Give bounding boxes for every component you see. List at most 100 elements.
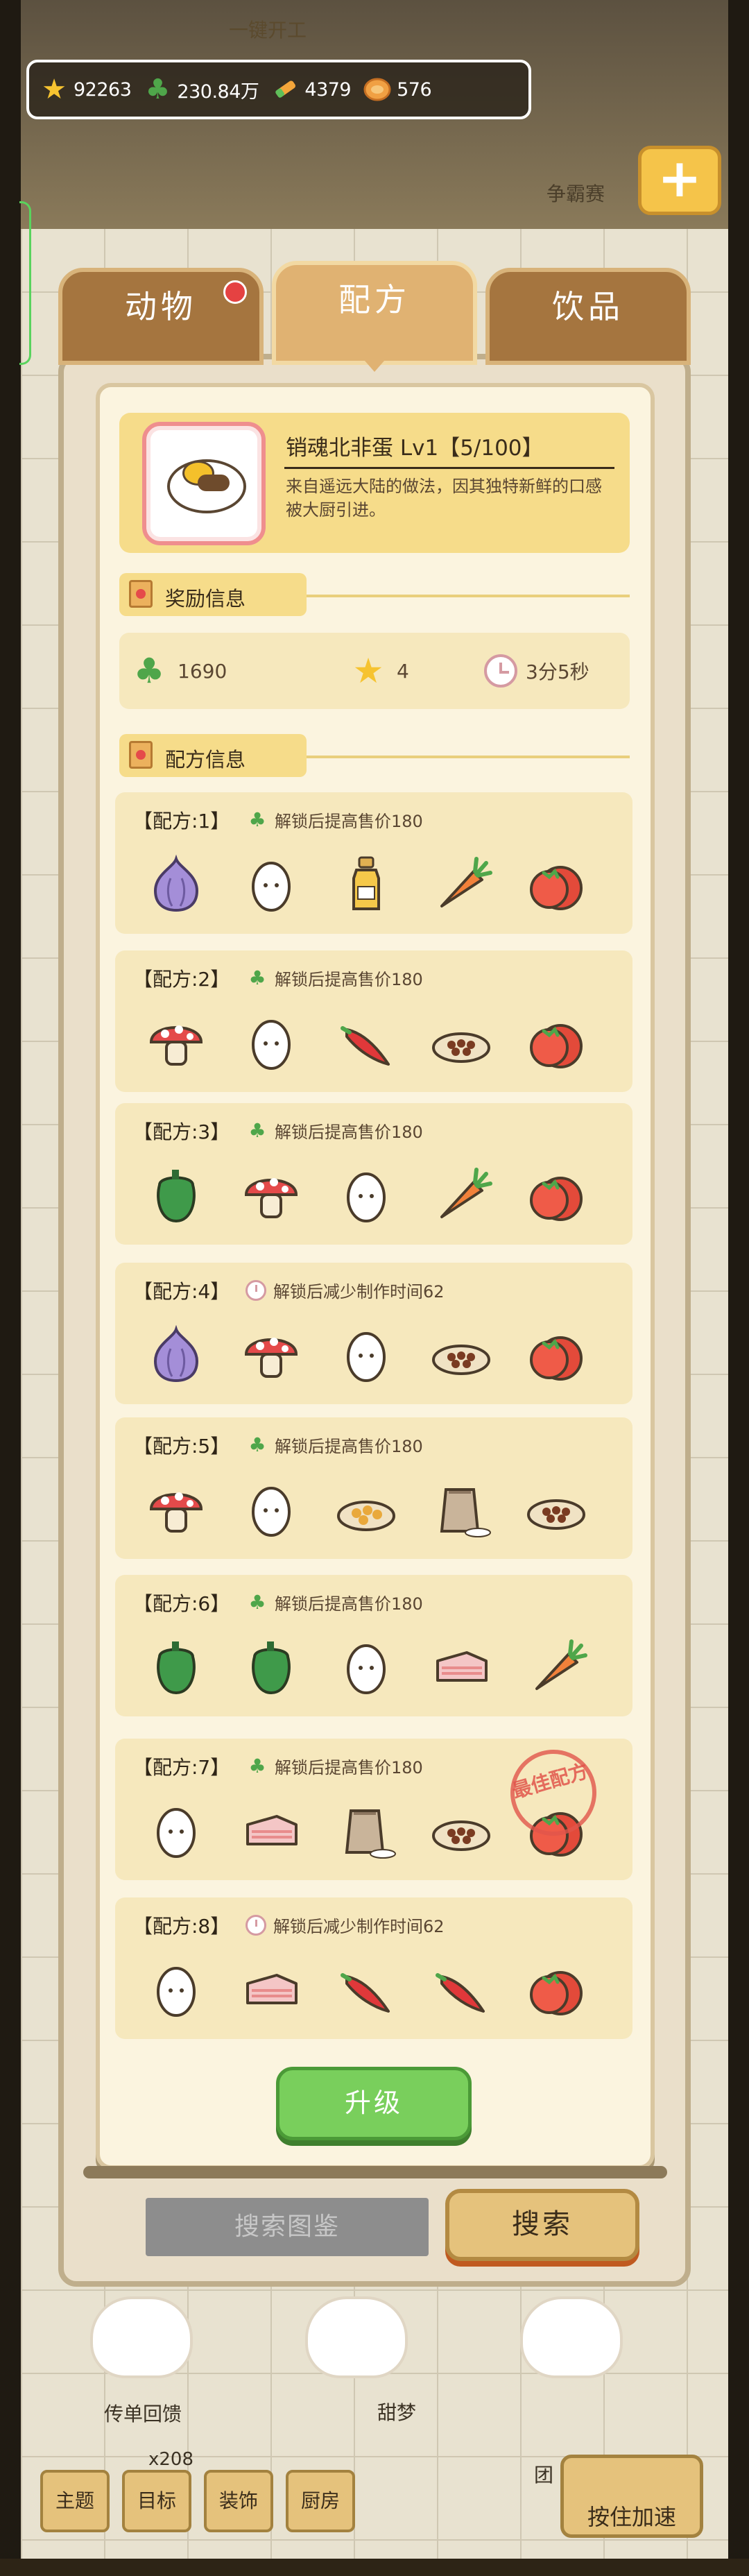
active-tab-pointer xyxy=(365,361,384,372)
formula-bonus-text: 解锁后提高售价180 xyxy=(275,1758,423,1777)
add-button[interactable]: + xyxy=(638,146,721,215)
resource-coin: 576 xyxy=(361,73,432,106)
reward-time-value: 3分5秒 xyxy=(526,660,589,683)
clock-icon xyxy=(246,1914,266,1936)
chili-icon xyxy=(333,1956,399,2022)
ingredient-row xyxy=(143,1161,614,1231)
carrot-icon xyxy=(428,1161,494,1228)
scroll-rod xyxy=(83,2166,667,2178)
onion-icon xyxy=(143,1321,209,1388)
onion-icon xyxy=(143,851,209,917)
upgrade-button[interactable]: 升级 xyxy=(276,2067,472,2140)
mushroom-icon xyxy=(238,1321,304,1388)
resource-bar: ★ 92263 ♣ 230.84万 4379 576 xyxy=(26,60,531,119)
clock-icon xyxy=(484,654,517,688)
nav-kitchen[interactable]: 厨房 xyxy=(286,2470,355,2532)
formula-card[interactable]: 【配方:5】 ♣ 解锁后提高售价180 xyxy=(115,1417,632,1559)
formula-name: 【配方:5】 xyxy=(133,1435,230,1458)
meat-icon xyxy=(238,1956,304,2022)
hold-to-speed-up-button[interactable]: 按住加速 xyxy=(560,2455,703,2538)
ingredient-row xyxy=(143,1633,614,1703)
formula-card[interactable]: 【配方:8】 解锁后减少制作时间62 xyxy=(115,1897,632,2039)
search-dictionary-button[interactable]: 搜索图鉴 xyxy=(146,2198,429,2256)
egg-icon xyxy=(333,1321,399,1388)
tab-label: 动物 xyxy=(125,288,197,325)
formula-bonus: 解锁后减少制作时间62 xyxy=(246,1278,445,1302)
crayon-icon xyxy=(268,73,302,106)
scroll-icon xyxy=(129,580,153,608)
star-icon: ★ xyxy=(352,651,384,691)
compete-label[interactable]: 争霸赛 xyxy=(546,179,605,207)
reward-clover-value: 1690 xyxy=(178,659,227,683)
recipe-image xyxy=(142,422,266,545)
star-count: 92263 xyxy=(74,78,132,101)
nav-decor[interactable]: 装饰 xyxy=(204,2470,273,2532)
reward-time: 3分5秒 xyxy=(484,633,589,709)
formula-name: 【配方:6】 xyxy=(133,1592,230,1615)
scroll-icon xyxy=(129,741,153,769)
egg-icon xyxy=(143,1797,209,1863)
reward-clover: ♣ 1690 xyxy=(129,633,227,709)
creature-blob xyxy=(305,2296,408,2378)
formula-card[interactable]: 【配方:3】 ♣ 解锁后提高售价180 xyxy=(115,1103,632,1245)
clock-icon xyxy=(246,1279,266,1301)
formula-bonus: ♣ 解锁后提高售价180 xyxy=(246,808,423,832)
tomato-icon xyxy=(523,1321,589,1388)
egg-icon xyxy=(143,1956,209,2022)
formula-bonus: ♣ 解锁后提高售价180 xyxy=(246,1118,422,1143)
beans-icon xyxy=(428,1321,494,1388)
clover-icon: ♣ xyxy=(248,808,266,831)
reward-star-value: 4 xyxy=(397,659,409,683)
mushroom-icon xyxy=(143,1009,209,1075)
formula-card[interactable]: 【配方:2】 ♣ 解锁后提高售价180 xyxy=(115,950,632,1092)
item-count: x208 xyxy=(148,2449,194,2470)
coin-count: 576 xyxy=(397,78,432,101)
formula-name: 【配方:4】 xyxy=(133,1280,230,1303)
beans-icon xyxy=(428,1009,494,1075)
formula-card[interactable]: 【配方:1】 ♣ 解锁后提高售价180 xyxy=(115,792,632,934)
sweet-dream-label: 甜梦 xyxy=(377,2401,417,2424)
tomato-icon xyxy=(523,851,589,917)
tab-animals[interactable]: 动物 xyxy=(58,268,264,365)
team-badge: 团 xyxy=(534,2464,554,2487)
rewards-section-header: 奖励信息 xyxy=(119,573,307,616)
formulas-section-header: 配方信息 xyxy=(119,734,307,777)
formula-bonus: ♣ 解锁后提高售价180 xyxy=(246,1590,422,1614)
nav-goals[interactable]: 目标 xyxy=(122,2470,191,2532)
clover-icon: ♣ xyxy=(248,1433,266,1456)
ingredient-row xyxy=(143,1009,614,1078)
tab-recipes[interactable]: 配方 xyxy=(272,261,477,372)
clover-icon: ♣ xyxy=(248,1755,266,1777)
formula-name: 【配方:1】 xyxy=(133,810,230,833)
formula-bonus-text: 解锁后提高售价180 xyxy=(275,812,423,831)
title-divider xyxy=(284,467,614,469)
chickpeas-icon xyxy=(333,1476,399,1542)
clover-icon: ♣ xyxy=(248,966,266,989)
crayon-count: 4379 xyxy=(304,78,352,101)
resource-star: ★ 92263 xyxy=(37,73,132,106)
flour-icon xyxy=(428,1476,494,1542)
formula-bonus: ♣ 解锁后提高售价180 xyxy=(246,966,422,990)
section-divider xyxy=(307,756,630,758)
formula-card[interactable]: 【配方:6】 ♣ 解锁后提高售价180 xyxy=(115,1575,632,1716)
egg-icon xyxy=(238,851,304,917)
banner-label: 一键开工 xyxy=(229,19,307,42)
clover-icon: ♣ xyxy=(145,74,171,105)
reward-star: ★ 4 xyxy=(348,633,409,709)
beans-icon xyxy=(523,1476,589,1542)
egg-icon xyxy=(333,1633,399,1700)
tomato-icon xyxy=(523,1161,589,1228)
egg-icon xyxy=(238,1009,304,1075)
side-drawer-handle[interactable] xyxy=(19,201,31,365)
formula-card[interactable]: 【配方:4】 解锁后减少制作时间62 xyxy=(115,1263,632,1404)
search-button[interactable]: 搜索 xyxy=(445,2189,639,2261)
beans-icon xyxy=(428,1797,494,1863)
nav-theme[interactable]: 主题 xyxy=(40,2470,110,2532)
tab-drinks[interactable]: 饮品 xyxy=(485,268,691,365)
chili-icon xyxy=(428,1956,494,2022)
formula-bonus-text: 解锁后提高售价180 xyxy=(275,1437,423,1456)
formula-card[interactable]: 【配方:7】 ♣ 解锁后提高售价180 最佳配方 xyxy=(115,1739,632,1880)
section-divider xyxy=(307,595,630,597)
ingredient-row xyxy=(143,1956,614,2025)
creature-blob xyxy=(520,2296,623,2378)
